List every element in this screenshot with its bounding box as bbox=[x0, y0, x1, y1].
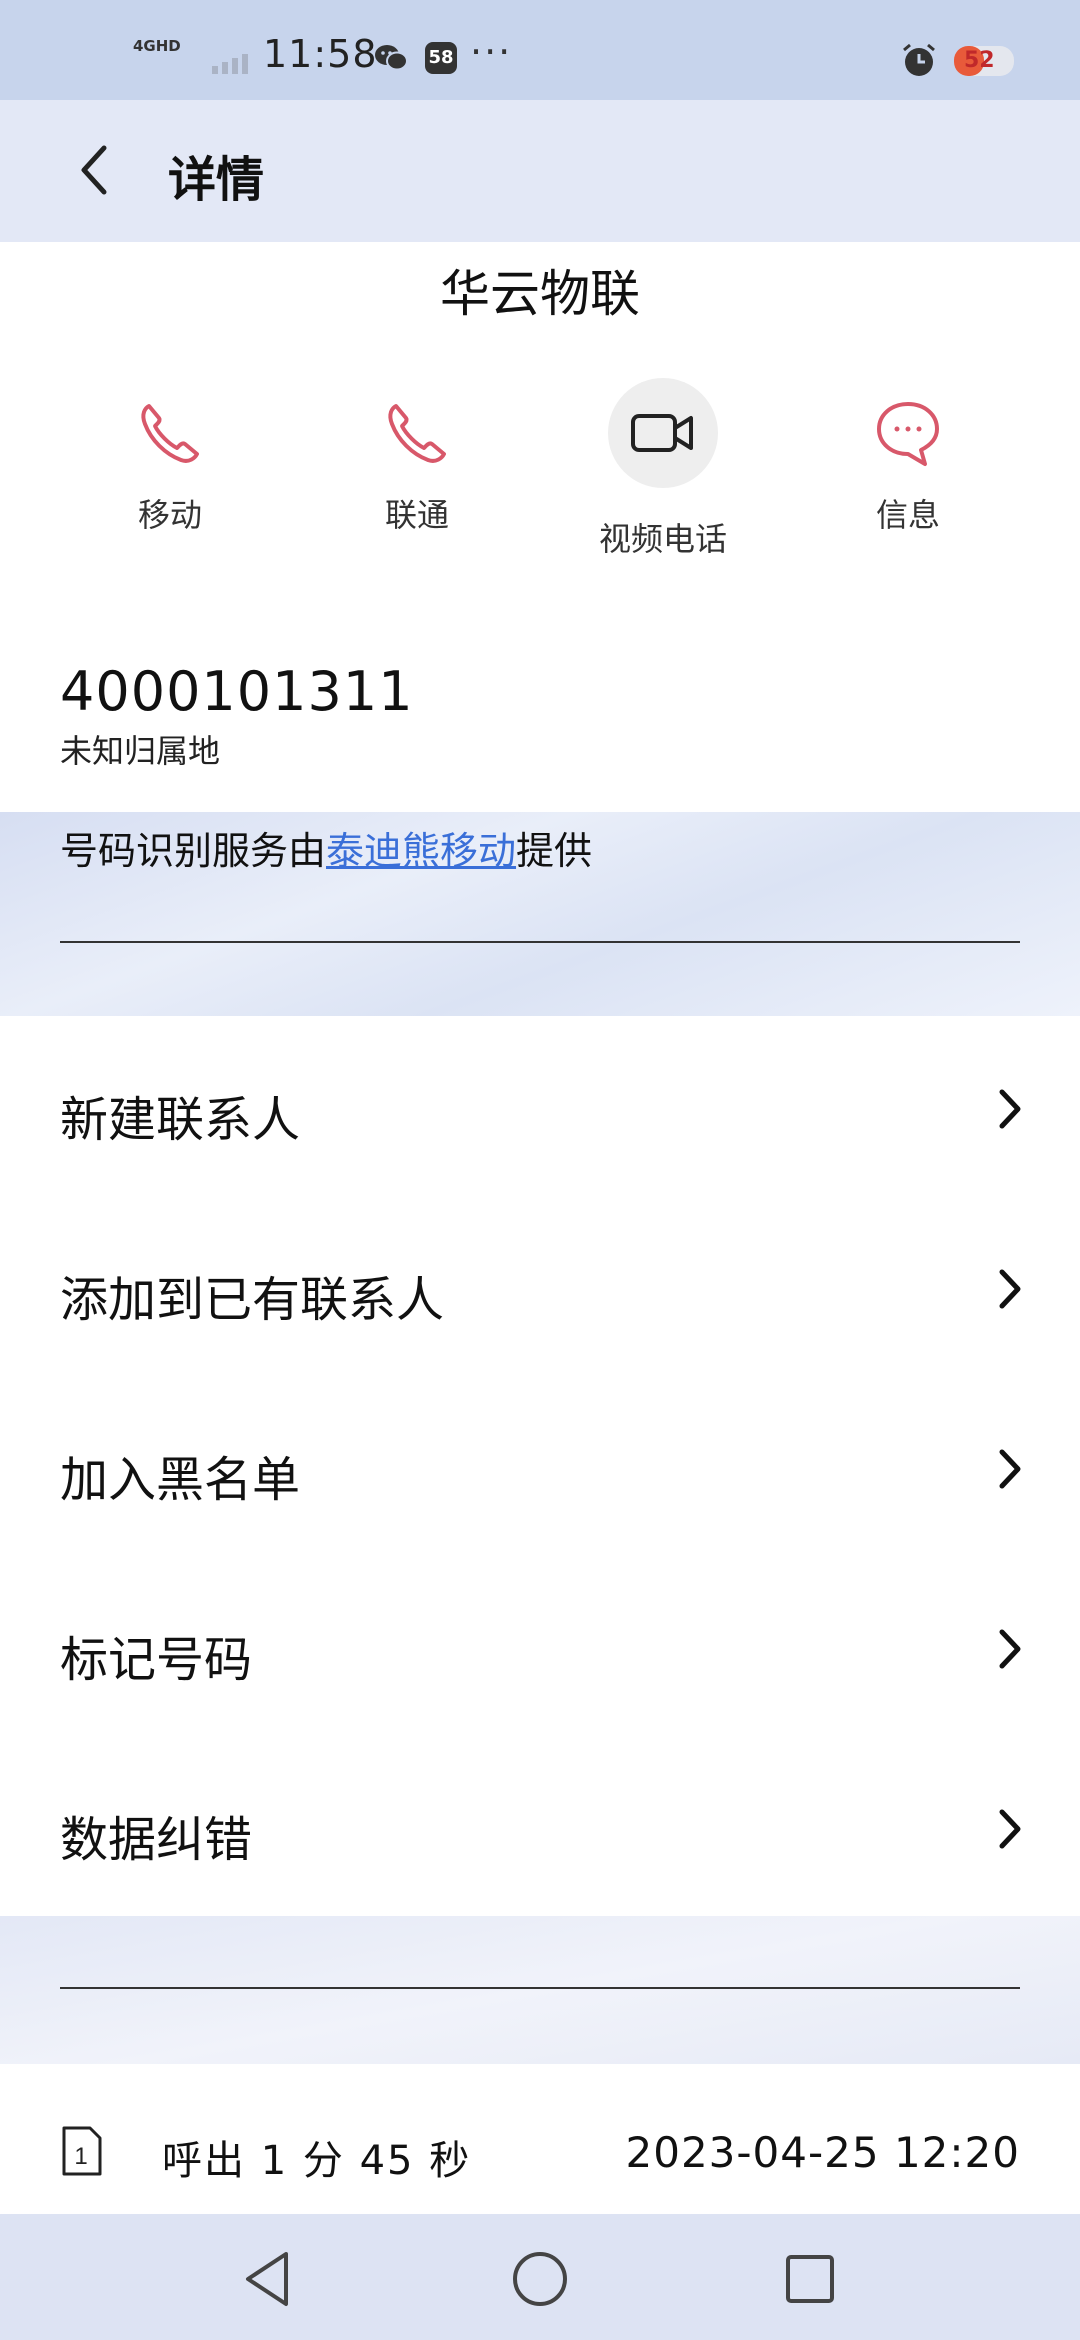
action-label: 视频电话 bbox=[598, 520, 727, 558]
menu-item-blacklist[interactable]: 加入黑名单 bbox=[0, 1376, 1080, 1556]
call-mobile-button[interactable]: 移动 bbox=[90, 378, 250, 536]
phone-icon bbox=[141, 404, 199, 463]
nav-back-icon[interactable] bbox=[234, 2244, 304, 2314]
section-band bbox=[0, 1916, 1080, 2064]
app-header: 详情 bbox=[0, 100, 1080, 242]
call-description: 呼出 1 分 45 秒 bbox=[162, 2138, 472, 2184]
menu-label: 加入黑名单 bbox=[60, 1452, 301, 1508]
menu-item-new-contact[interactable]: 新建联系人 bbox=[0, 1016, 1080, 1196]
provider-info: 号码识别服务由泰迪熊移动提供 bbox=[60, 820, 592, 875]
battery-level: 52 bbox=[964, 48, 995, 73]
menu-label: 添加到已有联系人 bbox=[60, 1272, 445, 1328]
system-nav-bar bbox=[0, 2214, 1080, 2340]
chevron-right-icon bbox=[999, 1809, 1021, 1849]
phone-icon bbox=[388, 404, 446, 463]
alarm-icon bbox=[903, 43, 935, 76]
menu-label: 数据纠错 bbox=[60, 1812, 253, 1868]
nav-home-icon[interactable] bbox=[505, 2244, 575, 2314]
battery-icon: 52 bbox=[954, 46, 1014, 76]
contact-name: 华云物联 bbox=[440, 265, 640, 323]
divider bbox=[60, 1987, 1020, 1989]
call-unicom-button[interactable]: 联通 bbox=[337, 378, 497, 536]
provider-suffix: 提供 bbox=[516, 829, 593, 873]
menu-label: 标记号码 bbox=[60, 1632, 253, 1688]
notification-badge: 58 bbox=[425, 42, 457, 74]
action-menu: 新建联系人 添加到已有联系人 加入黑名单 标记号码 数据纠错 bbox=[0, 1016, 1080, 1916]
provider-link[interactable]: 泰迪熊移动 bbox=[326, 829, 516, 873]
menu-item-data-correction[interactable]: 数据纠错 bbox=[0, 1736, 1080, 1916]
number-location: 未知归属地 bbox=[60, 732, 221, 770]
action-label: 联通 bbox=[384, 496, 449, 534]
status-bar: 4GHD 11:58 58 ··· 52 bbox=[0, 0, 1080, 100]
message-button[interactable]: 信息 bbox=[828, 378, 988, 536]
divider bbox=[60, 941, 1020, 943]
chevron-right-icon bbox=[999, 1629, 1021, 1669]
action-label: 信息 bbox=[875, 496, 940, 534]
back-arrow-icon[interactable] bbox=[68, 140, 128, 200]
more-notifications-icon: ··· bbox=[470, 30, 513, 74]
wechat-icon bbox=[375, 45, 408, 71]
network-type: 4GHD bbox=[133, 37, 181, 55]
message-icon bbox=[877, 402, 939, 466]
sim-card-icon: 1 bbox=[62, 2126, 102, 2176]
chevron-right-icon bbox=[999, 1449, 1021, 1489]
chevron-right-icon bbox=[999, 1089, 1021, 1129]
call-record-row[interactable]: 1 呼出 1 分 45 秒 2023-04-25 12:20 bbox=[0, 2064, 1080, 2214]
phone-number: 4000101311 bbox=[60, 660, 414, 723]
contact-card: 华云物联 移动 联通 视频电话 信息 4000101311 未知归属地 bbox=[0, 242, 1080, 812]
menu-label: 新建联系人 bbox=[60, 1092, 301, 1148]
signal-icon bbox=[212, 50, 248, 74]
nav-recent-apps-icon[interactable] bbox=[775, 2244, 845, 2314]
menu-item-mark-number[interactable]: 标记号码 bbox=[0, 1556, 1080, 1736]
menu-item-add-existing[interactable]: 添加到已有联系人 bbox=[0, 1196, 1080, 1376]
page-title: 详情 bbox=[168, 152, 265, 208]
video-call-button[interactable]: 视频电话 bbox=[583, 378, 743, 560]
sim-number: 1 bbox=[74, 2143, 87, 2170]
chevron-right-icon bbox=[999, 1269, 1021, 1309]
action-label: 移动 bbox=[137, 496, 202, 534]
status-time: 11:58 bbox=[263, 32, 378, 76]
provider-prefix: 号码识别服务由 bbox=[60, 829, 327, 873]
video-icon bbox=[631, 414, 693, 452]
call-datetime: 2023-04-25 12:20 bbox=[625, 2128, 1020, 2177]
